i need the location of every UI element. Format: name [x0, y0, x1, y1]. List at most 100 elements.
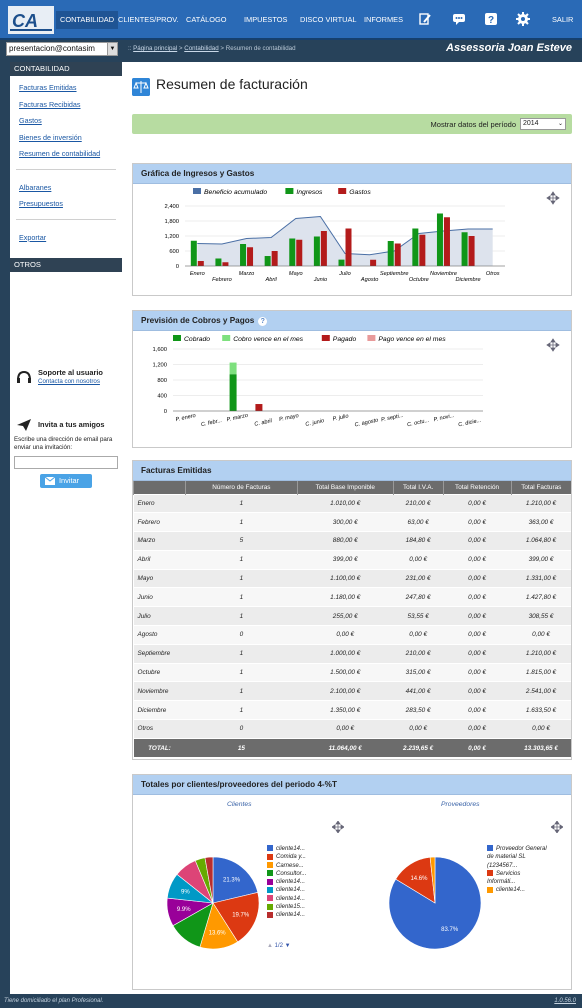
- x-tick-label: Julio: [338, 271, 351, 277]
- bar-gastos: [222, 262, 229, 266]
- nav-salir[interactable]: SALIR: [548, 11, 577, 29]
- table-cell: 1: [185, 587, 298, 607]
- table-cell: 0,00 €: [443, 512, 512, 532]
- pager-prev-icon[interactable]: ▲: [267, 943, 273, 949]
- table-cell: 2.541,00 €: [511, 681, 571, 701]
- table-cell: Septiembre: [133, 643, 186, 664]
- table-cell: 1.331,00 €: [511, 568, 571, 588]
- y-tick-label: 1,600: [152, 347, 167, 353]
- table-cell: 0,00 €: [443, 568, 512, 588]
- legend-swatch: [367, 335, 376, 341]
- sub-bar: presentacion@contasim ▼ :: Página princip…: [0, 40, 582, 58]
- y-tick-label: 1,800: [164, 219, 179, 225]
- y-tick-label: 1,200: [152, 363, 167, 369]
- nav-impuestos[interactable]: IMPUESTOS: [240, 11, 291, 29]
- user-select-value: presentacion@contasim: [9, 44, 95, 53]
- breadcrumb-home[interactable]: Página principal: [133, 45, 177, 52]
- pie-slice-label: 14.6%: [410, 876, 428, 882]
- bar-ingresos: [215, 258, 222, 266]
- user-select[interactable]: presentacion@contasim ▼: [6, 42, 118, 56]
- x-tick-label: Febrero: [212, 277, 232, 283]
- pie-legend-item: cliente14...: [267, 886, 306, 894]
- table-cell: 0,00 €: [443, 587, 512, 607]
- table-row: Junio 1 1.180,00 €247,80 €0,00 €1.427,80 €: [133, 587, 571, 607]
- support-link[interactable]: Contacta con nosotros: [38, 378, 100, 385]
- table-cell: 0,00 €: [443, 625, 512, 645]
- gear-icon[interactable]: [516, 12, 530, 26]
- pager-next-icon[interactable]: ▼: [285, 943, 291, 949]
- pie-pager[interactable]: ▲ 1/2 ▼: [267, 943, 291, 949]
- legend-label: Comida y...: [276, 854, 306, 861]
- support-title: Soporte al usuario: [38, 368, 103, 377]
- pie-slice-label: 9.9%: [177, 907, 191, 913]
- table-cell: 0,00 €: [443, 700, 512, 720]
- table-cell: 210,00 €: [393, 643, 444, 664]
- table-cell: 1.350,00 €: [297, 700, 394, 720]
- legend-swatch: [193, 188, 201, 194]
- sidebar-link-exportar[interactable]: Exportar: [10, 230, 122, 247]
- nav-catalogo[interactable]: CATÁLOGO: [182, 11, 231, 29]
- nav-disco-virtual[interactable]: DISCO VIRTUAL: [296, 11, 361, 29]
- sidebar-link-resumen[interactable]: Resumen de contabilidad: [10, 146, 122, 163]
- x-tick-label: Abril: [265, 277, 278, 283]
- bar-ingresos: [313, 236, 320, 266]
- proveedores-label: Proveedores: [441, 801, 480, 808]
- table-row: Octubre 1 1.500,00 €315,00 €0,00 €1.815,00…: [133, 662, 571, 682]
- bar-cobrado: [229, 374, 237, 411]
- sidebar-link-albaranes[interactable]: Albaranes: [10, 180, 122, 197]
- table-cell: 1.064,80 €: [511, 531, 571, 551]
- chat-icon[interactable]: [452, 12, 466, 26]
- table-header-cell: Total I.V.A.: [392, 481, 444, 494]
- facturas-emitidas-panel: Facturas Emitidas Número de Facturas Tota…: [132, 460, 572, 760]
- footer-version[interactable]: 1.0.56.0: [554, 998, 576, 1004]
- svg-text:CA: CA: [12, 11, 38, 31]
- top-navigation-bar: CA CONTABILIDAD CLIENTES/PROV. CATÁLOGO …: [0, 0, 582, 40]
- breadcrumb-contabilidad[interactable]: Contabilidad: [184, 45, 218, 52]
- pie-legend-item: Proveedor General de material SL (123456…: [487, 845, 547, 870]
- move-icon[interactable]: [551, 821, 563, 833]
- breadcrumb: :: Página principal > Contabilidad > Res…: [128, 45, 296, 52]
- pie-slice-label: 9%: [181, 890, 190, 896]
- pie-slice-label: 21.3%: [223, 878, 241, 884]
- legend-label: cliente15...: [276, 904, 306, 911]
- table-cell: 2.100,00 €: [297, 681, 394, 701]
- period-select[interactable]: 2014 ⌄: [520, 118, 566, 130]
- nav-informes[interactable]: INFORMES: [360, 11, 407, 29]
- invite-email-input[interactable]: [14, 456, 118, 469]
- x-tick-label: C. junio: [305, 418, 325, 428]
- invite-button[interactable]: Invitar: [40, 474, 92, 488]
- legend-label: Pagado: [333, 336, 357, 343]
- sidebar-link-presupuestos[interactable]: Presupuestos: [10, 196, 122, 213]
- table-cell: 2.239,65 €: [393, 737, 444, 758]
- totales-title: Totales por clientes/proveedores del per…: [133, 775, 571, 795]
- table-header-cell: Número de Facturas: [184, 481, 298, 494]
- scale-icon: [132, 78, 150, 96]
- table-cell: 0,00 €: [443, 681, 512, 701]
- pie-slice-label: 13.6%: [209, 931, 227, 937]
- help-icon[interactable]: ?: [484, 12, 498, 26]
- edit-icon[interactable]: [418, 12, 432, 26]
- table-cell: 0,00 €: [511, 719, 571, 739]
- table-cell: 0,00 €: [443, 662, 512, 682]
- legend-label: cliente14...: [496, 887, 526, 894]
- pie-legend-item: Comida y...: [267, 853, 306, 861]
- sidebar-link-facturas-emitidas[interactable]: Facturas Emitidas: [10, 80, 122, 97]
- table-cell: 210,00 €: [393, 493, 444, 513]
- move-icon[interactable]: [332, 821, 344, 833]
- help-icon[interactable]: ?: [258, 317, 268, 326]
- move-icon: [546, 191, 560, 205]
- table-row: Mayo 1 1.100,00 €231,00 €0,00 €1.331,00 €: [133, 568, 571, 588]
- nav-clientes-proveedores[interactable]: CLIENTES/PROV.: [114, 11, 183, 29]
- legend-label: Gastos: [349, 189, 371, 196]
- sidebar-link-bienes-inversion[interactable]: Bienes de inversión: [10, 130, 122, 147]
- table-total-row: TOTAL: 15 11.064,00 €2.239,65 €0,00 €13.30…: [133, 737, 571, 758]
- x-tick-label: Enero: [190, 271, 205, 277]
- table-cell: 0: [185, 625, 298, 645]
- sidebar-link-facturas-recibidas[interactable]: Facturas Recibidas: [10, 97, 122, 114]
- table-cell: 1: [185, 700, 298, 720]
- divider: [16, 218, 116, 220]
- chevron-down-icon: ⌄: [557, 121, 563, 127]
- bar-gastos: [370, 259, 377, 266]
- sidebar-link-gastos[interactable]: Gastos: [10, 113, 122, 130]
- nav-contabilidad[interactable]: CONTABILIDAD: [56, 11, 119, 29]
